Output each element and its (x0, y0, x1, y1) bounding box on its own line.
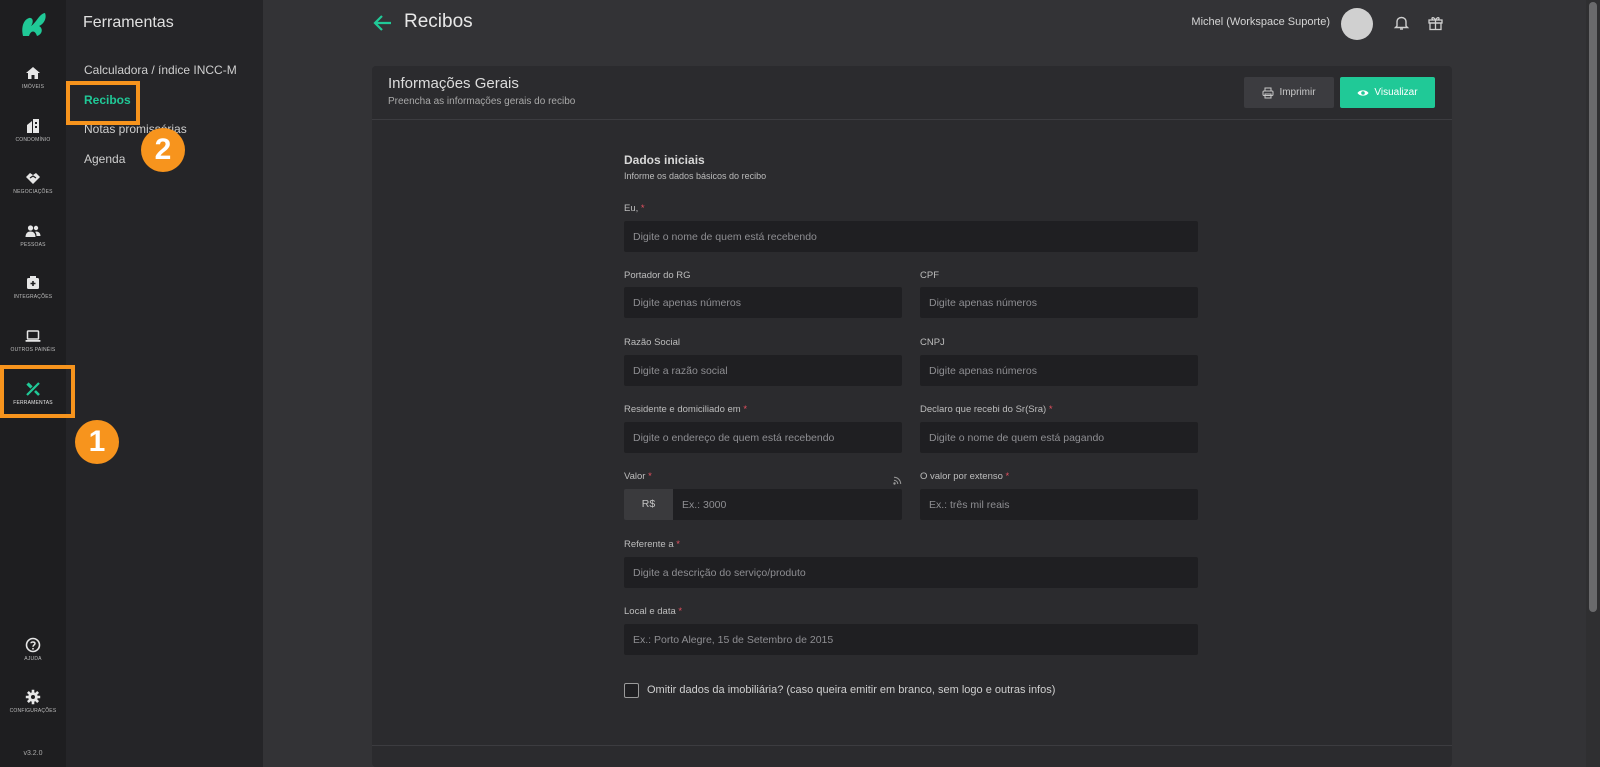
rail-item-label: Pessoas (20, 242, 46, 248)
print-button[interactable]: Imprimir (1244, 77, 1334, 108)
handshake-icon (26, 173, 40, 184)
subnav-item-agenda[interactable]: Agenda (84, 152, 125, 166)
extenso-label: O valor por extenso * (920, 471, 1009, 482)
currency-prefix: R$ (624, 489, 673, 520)
building-icon (27, 119, 39, 133)
residente-label-text: Residente e domiciliado em (624, 404, 741, 415)
section-title: Dados iniciais (624, 153, 705, 167)
page-title: Recibos (404, 11, 473, 32)
step-badge-1: 1 (75, 420, 119, 464)
receipt-card: Informações Gerais Preencha as informaçõ… (372, 66, 1452, 767)
eu-label: Eu, * (624, 203, 645, 214)
app-root: Imóveis Condomínio Negociações Pessoas I… (0, 0, 1600, 767)
required-mark: * (1048, 404, 1053, 415)
card-footer-divider (372, 745, 1452, 746)
rail-item-label: Configurações (9, 708, 57, 714)
required-mark: * (640, 203, 645, 214)
referente-label: Referente a * (624, 539, 680, 550)
rail-item-label: Imóveis (21, 84, 45, 90)
local-data-label-text: Local e data (624, 606, 676, 617)
user-name[interactable]: Michel (Workspace Suporte) (1191, 16, 1330, 28)
eu-label-text: Eu, (624, 203, 639, 214)
rail-item-configuracoes[interactable]: Configurações (0, 682, 66, 732)
help-icon (25, 637, 41, 653)
rail-item-ajuda[interactable]: Ajuda (0, 630, 66, 680)
app-version: v3.2.0 (23, 750, 43, 757)
required-mark: * (676, 539, 680, 550)
valor-input[interactable] (673, 489, 902, 520)
app-logo[interactable] (17, 10, 49, 38)
step-badge-2: 2 (141, 128, 185, 172)
rail-item-label: Negociações (13, 189, 53, 195)
rail-item-pessoas[interactable]: Pessoas (0, 216, 66, 266)
required-mark: * (648, 471, 652, 482)
bell-icon[interactable] (1393, 14, 1410, 31)
print-button-label: Imprimir (1279, 87, 1316, 98)
highlight-box-recibos (66, 81, 140, 125)
scrollbar-thumb[interactable] (1589, 2, 1597, 612)
eye-icon (1357, 89, 1369, 96)
rail-item-label: Ajuda (24, 656, 42, 662)
rail-item-label: Outros Painéis (10, 347, 56, 353)
referente-label-text: Referente a (624, 539, 674, 550)
residente-input[interactable] (624, 422, 902, 453)
cnpj-input[interactable] (920, 355, 1198, 386)
declaro-label: Declaro que recebi do Sr(Sra) * (920, 404, 1053, 415)
rg-label: Portador do RG (624, 270, 691, 281)
rail-item-label: Integrações (13, 294, 53, 300)
rail-item-negociacoes[interactable]: Negociações (0, 163, 66, 213)
view-button[interactable]: Visualizar (1340, 77, 1435, 108)
omit-data-label[interactable]: Omitir dados da imobiliária? (caso queir… (647, 684, 1055, 696)
section-subtitle: Informe os dados básicos do recibo (624, 171, 767, 181)
card-title: Informações Gerais (388, 75, 519, 92)
extenso-input[interactable] (920, 489, 1198, 520)
gear-icon (25, 689, 41, 705)
omit-data-checkbox[interactable] (624, 683, 639, 698)
cpf-input[interactable] (920, 287, 1198, 318)
plus-box-icon (27, 276, 39, 289)
required-mark: * (1005, 471, 1010, 482)
view-button-label: Visualizar (1374, 87, 1418, 98)
razao-social-input[interactable] (624, 355, 902, 386)
cpf-label: CPF (920, 270, 939, 281)
rss-icon[interactable] (893, 476, 902, 485)
printer-icon (1262, 87, 1274, 98)
rg-input[interactable] (624, 287, 902, 318)
rail-item-imoveis[interactable]: Imóveis (0, 58, 66, 108)
required-mark: * (743, 404, 748, 415)
rail-item-integracoes[interactable]: Integrações (0, 268, 66, 318)
back-arrow-icon[interactable] (372, 12, 394, 34)
valor-label-text: Valor (624, 471, 646, 482)
cnpj-label: CNPJ (920, 337, 945, 348)
declaro-input[interactable] (920, 422, 1198, 453)
rail-item-outros-paineis[interactable]: Outros Painéis (0, 321, 66, 371)
rail-item-condominio[interactable]: Condomínio (0, 111, 66, 161)
extenso-label-text: O valor por extenso (920, 471, 1003, 482)
card-header: Informações Gerais Preencha as informaçõ… (372, 66, 1452, 120)
razao-social-label: Razão Social (624, 337, 680, 348)
avatar[interactable] (1341, 8, 1373, 40)
page-scrollbar[interactable] (1586, 0, 1600, 767)
people-icon (25, 225, 41, 237)
valor-label: Valor * (624, 471, 652, 482)
gift-icon[interactable] (1427, 14, 1444, 31)
eu-input[interactable] (624, 221, 1198, 252)
home-icon (26, 67, 40, 79)
subnav-title: Ferramentas (83, 14, 174, 31)
subnav-item-calculadora[interactable]: Calculadora / índice INCC-M (84, 63, 237, 77)
required-mark: * (678, 606, 683, 617)
referente-input[interactable] (624, 557, 1198, 588)
highlight-box-ferramentas (0, 365, 75, 418)
laptop-icon (25, 330, 41, 342)
declaro-label-text: Declaro que recebi do Sr(Sra) (920, 404, 1047, 415)
local-data-input[interactable] (624, 624, 1198, 655)
card-subtitle: Preencha as informações gerais do recibo (388, 96, 576, 107)
residente-label: Residente e domiciliado em * (624, 404, 747, 415)
rail-item-label: Condomínio (15, 137, 51, 143)
local-data-label: Local e data * (624, 606, 682, 617)
